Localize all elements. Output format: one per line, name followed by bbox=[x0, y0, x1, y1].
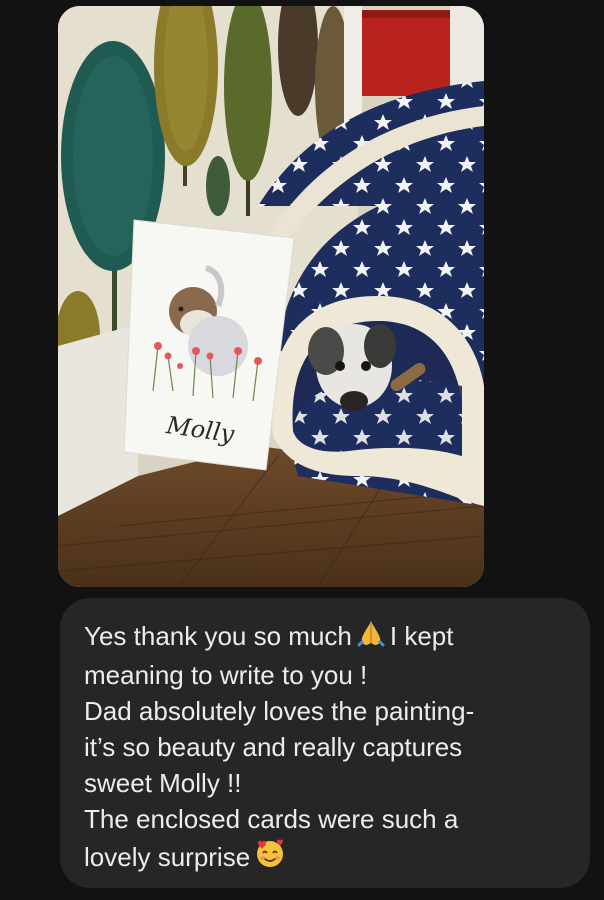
painting-card: Molly bbox=[123, 219, 295, 471]
message-line: The enclosed cards were such a bbox=[84, 804, 459, 834]
message-line: Dad absolutely loves the painting- bbox=[84, 696, 475, 726]
dog-bed-photo: Molly bbox=[58, 6, 484, 587]
message-line: sweet Molly !! bbox=[84, 768, 242, 798]
book bbox=[358, 10, 450, 96]
message-bubble[interactable]: Yes thank you so much I kept meaning to w… bbox=[60, 598, 590, 888]
message-text: Yes thank you so much I kept meaning to w… bbox=[84, 618, 568, 878]
photo-message[interactable]: Molly bbox=[58, 6, 484, 587]
message-line: Yes thank you so much I kept bbox=[84, 618, 568, 657]
folded-hands-icon bbox=[356, 618, 386, 657]
message-line: it’s so beauty and really captures bbox=[84, 732, 463, 762]
smiling-face-with-hearts-icon bbox=[254, 837, 286, 878]
message-line: lovely surprise bbox=[84, 837, 568, 878]
message-line: meaning to write to you ! bbox=[84, 660, 368, 690]
